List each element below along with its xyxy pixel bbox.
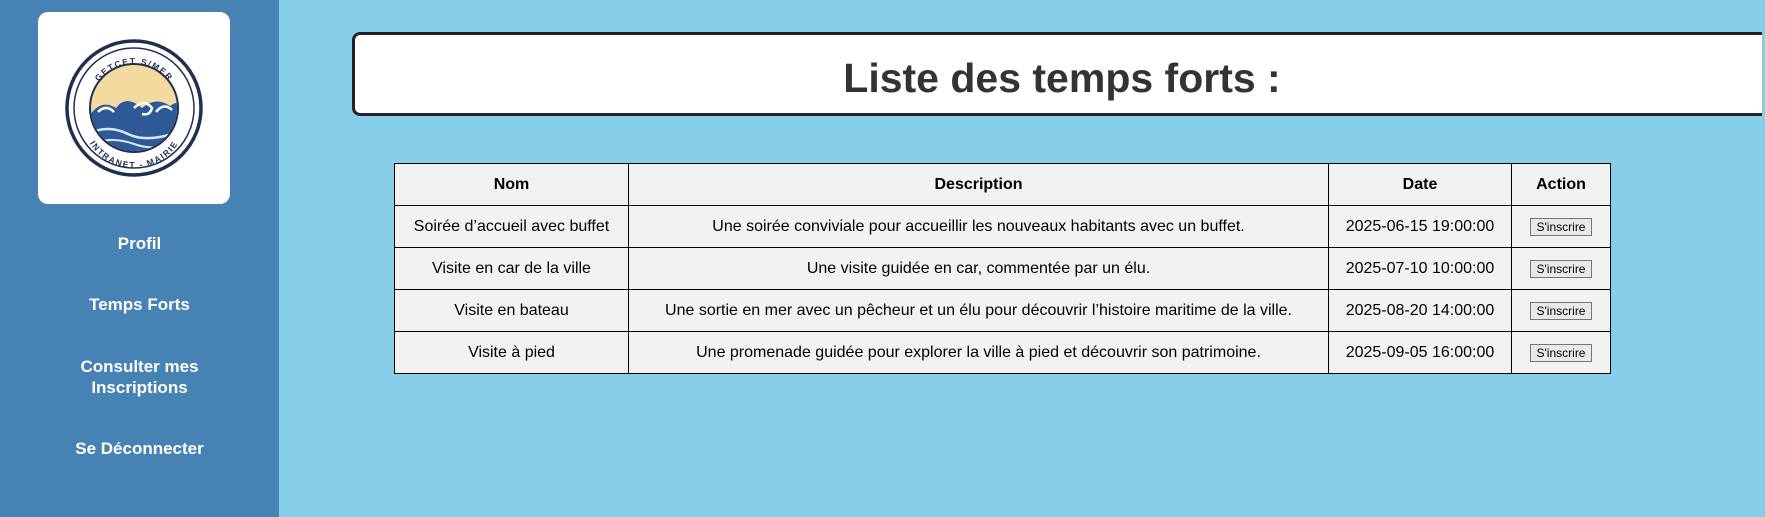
cell-action: S'inscrire xyxy=(1511,247,1611,290)
nav-consulter-inscriptions[interactable]: Consulter mes Inscriptions xyxy=(60,356,219,398)
sinscrire-button[interactable]: S'inscrire xyxy=(1529,301,1593,320)
header-description: Description xyxy=(628,163,1329,206)
cell-description: Une sortie en mer avec un pêcheur et un … xyxy=(628,289,1329,332)
cell-date: 2025-09-05 16:00:00 xyxy=(1328,331,1512,374)
cell-description: Une promenade guidée pour explorer la vi… xyxy=(628,331,1329,374)
cell-action: S'inscrire xyxy=(1511,289,1611,332)
page-title-box: Liste des temps forts : xyxy=(352,32,1762,116)
cell-nom: Visite en car de la ville xyxy=(394,247,629,290)
table-row: Visite en car de la ville Une visite gui… xyxy=(394,247,1611,290)
table-row: Visite à pied Une promenade guidée pour … xyxy=(394,331,1611,374)
nav-temps-forts[interactable]: Temps Forts xyxy=(0,294,279,315)
cell-action: S'inscrire xyxy=(1511,205,1611,248)
cell-description: Une soirée conviviale pour accueillir le… xyxy=(628,205,1329,248)
page-title: Liste des temps forts : xyxy=(843,55,1281,101)
table-row: Visite en bateau Une sortie en mer avec … xyxy=(394,289,1611,332)
header-date: Date xyxy=(1328,163,1512,206)
sinscrire-button[interactable]: S'inscrire xyxy=(1529,217,1593,236)
table-header-row: Nom Description Date Action xyxy=(394,163,1611,206)
header-nom: Nom xyxy=(394,163,629,206)
nav-profil[interactable]: Profil xyxy=(0,233,279,254)
table-row: Soirée d’accueil avec buffet Une soirée … xyxy=(394,205,1611,248)
cell-description: Une visite guidée en car, commentée par … xyxy=(628,247,1329,290)
cell-nom: Soirée d’accueil avec buffet xyxy=(394,205,629,248)
sinscrire-button[interactable]: S'inscrire xyxy=(1529,343,1593,362)
cell-date: 2025-08-20 14:00:00 xyxy=(1328,289,1512,332)
nav-se-deconnecter[interactable]: Se Déconnecter xyxy=(0,438,279,459)
cell-date: 2025-06-15 19:00:00 xyxy=(1328,205,1512,248)
sinscrire-button[interactable]: S'inscrire xyxy=(1529,259,1593,278)
cell-nom: Visite à pied xyxy=(394,331,629,374)
header-action: Action xyxy=(1511,163,1611,206)
logo: GETCET S/MER INTRANET - MAIRIE xyxy=(38,12,230,204)
sidebar: GETCET S/MER INTRANET - MAIRIE Profil Te… xyxy=(0,0,279,517)
cell-date: 2025-07-10 10:00:00 xyxy=(1328,247,1512,290)
cell-action: S'inscrire xyxy=(1511,331,1611,374)
logo-emblem: GETCET S/MER INTRANET - MAIRIE xyxy=(65,39,203,177)
temps-forts-table: Nom Description Date Action Soirée d’acc… xyxy=(394,163,1611,374)
cell-nom: Visite en bateau xyxy=(394,289,629,332)
